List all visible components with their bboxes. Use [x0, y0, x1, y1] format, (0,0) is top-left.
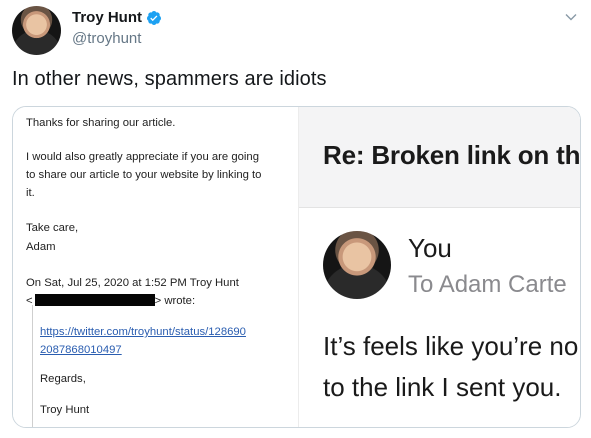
verified-badge-icon: [146, 10, 161, 25]
email-line: Thanks for sharing our article.: [26, 117, 176, 129]
tweet-header: Troy Hunt @troyhunt: [12, 6, 580, 55]
sender-avatar: [323, 231, 391, 299]
subject-bar: Re: Broken link on th: [299, 107, 580, 208]
tweet-link[interactable]: https://twitter.com/troyhunt/status/1286…: [40, 324, 246, 341]
email-subject: Re: Broken link on th: [323, 140, 580, 170]
email-recipient: To Adam Carte: [408, 271, 567, 298]
quote-bar: [32, 305, 33, 427]
author-handle[interactable]: @troyhunt: [72, 30, 141, 47]
redaction-bar: [34, 294, 155, 306]
email-line: it.: [26, 187, 35, 199]
email-sender-name: Adam: [26, 241, 56, 253]
author-display-name[interactable]: Troy Hunt: [72, 9, 142, 26]
email-line: I would also greatly appreciate if you a…: [26, 151, 259, 163]
email-signoff: Take care,: [26, 222, 79, 234]
email-body-line: It’s feels like you’re no: [323, 331, 579, 361]
quote-header: On Sat, Jul 25, 2020 at 1:52 PM Troy Hun…: [26, 277, 239, 289]
quote-header-suffix: > wrote:: [154, 295, 196, 307]
email-line: to share our article to your website by …: [26, 169, 262, 181]
quoted-regards: Regards,: [40, 373, 86, 385]
author-name-row: Troy Hunt: [72, 9, 162, 26]
quoted-name: Troy Hunt: [40, 404, 90, 416]
tweet-text: In other news, spammers are idiots: [12, 68, 327, 90]
email-screenshot-right: Re: Broken link on th You To Adam Carte …: [299, 107, 580, 427]
chevron-down-icon[interactable]: [564, 10, 578, 24]
tweet-media-image[interactable]: Thanks for sharing our article. I would …: [12, 106, 581, 428]
tweet-link-continued[interactable]: 2087868010497: [40, 342, 122, 359]
quote-header-email: < > wrote:: [26, 293, 195, 310]
email-body-line: to the link I sent you.: [323, 372, 562, 402]
email-screenshot-left: Thanks for sharing our article. I would …: [13, 107, 299, 427]
author-avatar[interactable]: [12, 6, 61, 55]
email-sender: You: [408, 233, 452, 263]
